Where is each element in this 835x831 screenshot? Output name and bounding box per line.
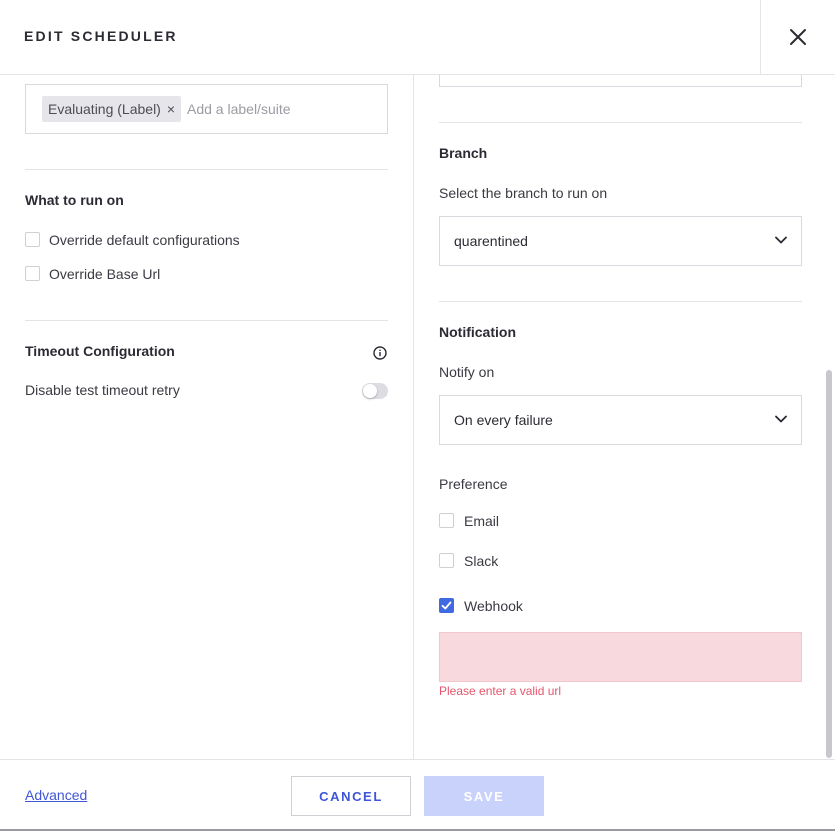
dialog-title: EDIT SCHEDULER [24,28,178,44]
timeout-retry-toggle[interactable] [362,383,388,399]
timeout-retry-label: Disable test timeout retry [25,382,180,398]
slack-checkbox[interactable] [439,553,454,568]
close-icon [790,29,806,45]
checkmark-icon [441,601,452,610]
branch-title: Branch [439,145,488,161]
what-to-run-title: What to run on [25,192,124,208]
close-button[interactable] [760,0,835,74]
section-divider [439,301,802,302]
remove-chip-icon[interactable]: × [167,101,175,117]
branch-select[interactable]: quarentined [439,216,802,266]
override-base-url-checkbox[interactable] [25,266,40,281]
email-label: Email [464,513,500,529]
notify-on-label: Notify on [439,364,495,380]
email-checkbox[interactable] [439,513,454,528]
override-base-url-label: Override Base Url [49,266,161,282]
webhook-label: Webhook [464,598,523,614]
webhook-checkbox[interactable] [439,598,454,613]
chevron-down-icon [775,236,787,244]
notification-title: Notification [439,324,516,340]
section-divider [25,320,388,321]
override-config-label: Override default configurations [49,232,240,248]
toggle-knob [363,384,377,398]
branch-select-value: quarentined [454,233,528,249]
upper-field[interactable] [439,75,802,87]
timeout-config-title: Timeout Configuration [25,343,175,359]
dialog-footer: Advanced CANCEL SAVE [0,759,835,831]
section-divider [439,122,802,123]
notify-on-select-value: On every failure [454,412,553,428]
column-divider [413,75,414,759]
dialog-header: EDIT SCHEDULER [0,0,835,75]
webhook-url-input[interactable] [439,632,802,682]
chevron-down-icon [775,415,787,423]
scrollbar[interactable] [826,370,832,758]
override-config-checkbox[interactable] [25,232,40,247]
label-chip: Evaluating (Label) × [42,96,182,122]
cancel-button[interactable]: CANCEL [291,776,411,816]
webhook-error-message: Please enter a valid url [439,684,562,698]
notify-on-select[interactable]: On every failure [439,395,802,445]
info-icon[interactable] [373,346,387,360]
label-search-input[interactable] [187,97,377,121]
preference-label: Preference [439,476,508,492]
labels-field[interactable]: Evaluating (Label) × [25,84,388,134]
save-button[interactable]: SAVE [424,776,544,816]
label-chip-text: Evaluating (Label) [48,101,161,117]
advanced-link[interactable]: Advanced [25,787,87,803]
section-divider [25,169,388,170]
branch-label: Select the branch to run on [439,185,608,201]
slack-label: Slack [464,553,499,569]
